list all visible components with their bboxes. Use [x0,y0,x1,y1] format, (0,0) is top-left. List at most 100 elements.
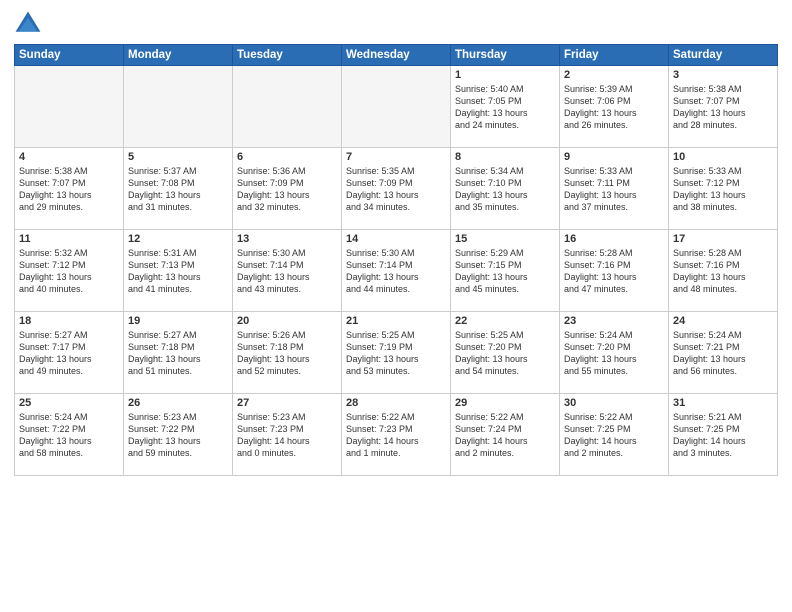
day-cell [124,66,233,148]
day-info: Sunrise: 5:26 AM Sunset: 7:18 PM Dayligh… [237,329,337,378]
weekday-header-sunday: Sunday [15,45,124,66]
day-info: Sunrise: 5:30 AM Sunset: 7:14 PM Dayligh… [237,247,337,296]
day-info: Sunrise: 5:28 AM Sunset: 7:16 PM Dayligh… [673,247,773,296]
day-number: 14 [346,233,446,245]
day-info: Sunrise: 5:30 AM Sunset: 7:14 PM Dayligh… [346,247,446,296]
day-cell [15,66,124,148]
day-info: Sunrise: 5:22 AM Sunset: 7:24 PM Dayligh… [455,411,555,460]
day-cell: 6Sunrise: 5:36 AM Sunset: 7:09 PM Daylig… [233,148,342,230]
day-info: Sunrise: 5:22 AM Sunset: 7:23 PM Dayligh… [346,411,446,460]
day-info: Sunrise: 5:23 AM Sunset: 7:22 PM Dayligh… [128,411,228,460]
day-cell: 1 Sunrise: 5:40 AM Sunset: 7:05 PM Daylig… [451,66,560,148]
day-cell: 28 Sunrise: 5:22 AM Sunset: 7:23 PM Dayli… [342,394,451,476]
day-cell: 17 Sunrise: 5:28 AM Sunset: 7:16 PM Dayli… [669,230,778,312]
day-number: 30 [564,397,664,409]
calendar: SundayMondayTuesdayWednesdayThursdayFrid… [14,44,778,476]
day-number: 22 [455,315,555,327]
day-cell [233,66,342,148]
day-cell: 8 Sunrise: 5:34 AM Sunset: 7:10 PM Daylig… [451,148,560,230]
weekday-header-tuesday: Tuesday [233,45,342,66]
week-row-5: 25 Sunrise: 5:24 AM Sunset: 7:22 PM Dayli… [15,394,778,476]
day-number: 25 [19,397,119,409]
week-row-1: 1 Sunrise: 5:40 AM Sunset: 7:05 PM Daylig… [15,66,778,148]
day-number: 9 [564,151,664,163]
week-row-3: 11 Sunrise: 5:32 AM Sunset: 7:12 PM Dayli… [15,230,778,312]
day-number: 19 [128,315,228,327]
day-number: 29 [455,397,555,409]
day-cell: 11 Sunrise: 5:32 AM Sunset: 7:12 PM Dayli… [15,230,124,312]
day-number: 17 [673,233,773,245]
day-cell: 22 Sunrise: 5:25 AM Sunset: 7:20 PM Dayli… [451,312,560,394]
day-cell: 21 Sunrise: 5:25 AM Sunset: 7:19 PM Dayli… [342,312,451,394]
day-number: 4 [19,151,119,163]
day-info: Sunrise: 5:22 AM Sunset: 7:25 PM Dayligh… [564,411,664,460]
day-number: 31 [673,397,773,409]
day-cell: 4 Sunrise: 5:38 AM Sunset: 7:07 PM Daylig… [15,148,124,230]
day-cell: 31 Sunrise: 5:21 AM Sunset: 7:25 PM Dayli… [669,394,778,476]
day-number: 15 [455,233,555,245]
day-info: Sunrise: 5:35 AM Sunset: 7:09 PM Dayligh… [346,165,446,214]
day-number: 28 [346,397,446,409]
day-cell: 13 Sunrise: 5:30 AM Sunset: 7:14 PM Dayli… [233,230,342,312]
day-info: Sunrise: 5:27 AM Sunset: 7:18 PM Dayligh… [128,329,228,378]
day-number: 1 [455,69,555,81]
day-info: Sunrise: 5:31 AM Sunset: 7:13 PM Dayligh… [128,247,228,296]
day-number: 13 [237,233,337,245]
day-cell: 7 Sunrise: 5:35 AM Sunset: 7:09 PM Daylig… [342,148,451,230]
day-info: Sunrise: 5:39 AM Sunset: 7:06 PM Dayligh… [564,83,664,132]
day-cell: 20Sunrise: 5:26 AM Sunset: 7:18 PM Dayli… [233,312,342,394]
day-number: 7 [346,151,446,163]
day-cell: 24 Sunrise: 5:24 AM Sunset: 7:21 PM Dayli… [669,312,778,394]
day-cell: 25 Sunrise: 5:24 AM Sunset: 7:22 PM Dayli… [15,394,124,476]
day-info: Sunrise: 5:34 AM Sunset: 7:10 PM Dayligh… [455,165,555,214]
day-cell: 10Sunrise: 5:33 AM Sunset: 7:12 PM Dayli… [669,148,778,230]
day-info: Sunrise: 5:21 AM Sunset: 7:25 PM Dayligh… [673,411,773,460]
day-cell [342,66,451,148]
day-info: Sunrise: 5:32 AM Sunset: 7:12 PM Dayligh… [19,247,119,296]
day-cell: 18 Sunrise: 5:27 AM Sunset: 7:17 PM Dayli… [15,312,124,394]
day-number: 16 [564,233,664,245]
day-number: 3 [673,69,773,81]
day-cell: 23Sunrise: 5:24 AM Sunset: 7:20 PM Dayli… [560,312,669,394]
day-info: Sunrise: 5:24 AM Sunset: 7:22 PM Dayligh… [19,411,119,460]
day-info: Sunrise: 5:28 AM Sunset: 7:16 PM Dayligh… [564,247,664,296]
day-number: 26 [128,397,228,409]
day-info: Sunrise: 5:38 AM Sunset: 7:07 PM Dayligh… [19,165,119,214]
day-number: 2 [564,69,664,81]
weekday-header-thursday: Thursday [451,45,560,66]
day-cell: 16 Sunrise: 5:28 AM Sunset: 7:16 PM Dayli… [560,230,669,312]
weekday-header-monday: Monday [124,45,233,66]
day-info: Sunrise: 5:23 AM Sunset: 7:23 PM Dayligh… [237,411,337,460]
day-cell: 19 Sunrise: 5:27 AM Sunset: 7:18 PM Dayli… [124,312,233,394]
day-cell: 5Sunrise: 5:37 AM Sunset: 7:08 PM Daylig… [124,148,233,230]
day-cell: 12 Sunrise: 5:31 AM Sunset: 7:13 PM Dayli… [124,230,233,312]
page-header [14,10,778,38]
day-cell: 9Sunrise: 5:33 AM Sunset: 7:11 PM Daylig… [560,148,669,230]
day-number: 11 [19,233,119,245]
day-cell: 14 Sunrise: 5:30 AM Sunset: 7:14 PM Dayli… [342,230,451,312]
day-info: Sunrise: 5:25 AM Sunset: 7:19 PM Dayligh… [346,329,446,378]
day-number: 18 [19,315,119,327]
day-info: Sunrise: 5:33 AM Sunset: 7:12 PM Dayligh… [673,165,773,214]
day-cell: 2 Sunrise: 5:39 AM Sunset: 7:06 PM Daylig… [560,66,669,148]
day-number: 27 [237,397,337,409]
day-number: 6 [237,151,337,163]
day-info: Sunrise: 5:40 AM Sunset: 7:05 PM Dayligh… [455,83,555,132]
day-cell: 15 Sunrise: 5:29 AM Sunset: 7:15 PM Dayli… [451,230,560,312]
day-cell: 29 Sunrise: 5:22 AM Sunset: 7:24 PM Dayli… [451,394,560,476]
day-info: Sunrise: 5:24 AM Sunset: 7:21 PM Dayligh… [673,329,773,378]
day-number: 12 [128,233,228,245]
day-cell: 27 Sunrise: 5:23 AM Sunset: 7:23 PM Dayli… [233,394,342,476]
weekday-header-wednesday: Wednesday [342,45,451,66]
day-info: Sunrise: 5:25 AM Sunset: 7:20 PM Dayligh… [455,329,555,378]
day-info: Sunrise: 5:29 AM Sunset: 7:15 PM Dayligh… [455,247,555,296]
day-info: Sunrise: 5:38 AM Sunset: 7:07 PM Dayligh… [673,83,773,132]
day-number: 23 [564,315,664,327]
day-cell: 30 Sunrise: 5:22 AM Sunset: 7:25 PM Dayli… [560,394,669,476]
day-number: 5 [128,151,228,163]
day-info: Sunrise: 5:27 AM Sunset: 7:17 PM Dayligh… [19,329,119,378]
day-number: 24 [673,315,773,327]
day-number: 8 [455,151,555,163]
day-cell: 26 Sunrise: 5:23 AM Sunset: 7:22 PM Dayli… [124,394,233,476]
day-number: 21 [346,315,446,327]
